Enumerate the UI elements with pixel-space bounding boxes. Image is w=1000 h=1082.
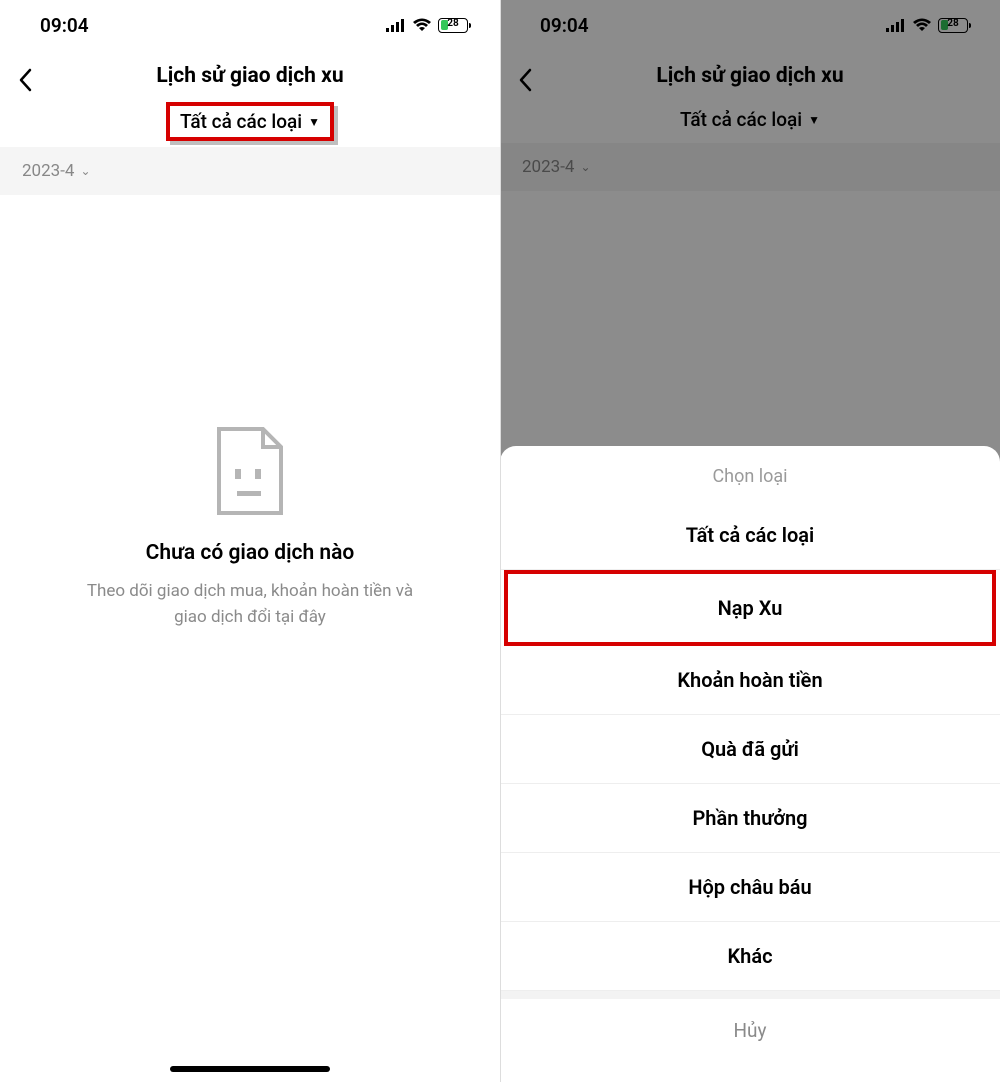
- battery-icon: 28: [438, 18, 468, 33]
- sheet-option-rewards[interactable]: Phần thưởng: [500, 784, 1000, 853]
- sheet-option-gifts-sent[interactable]: Quà đã gửi: [500, 715, 1000, 784]
- status-bar: 09:04 28: [0, 0, 500, 50]
- sheet-cancel[interactable]: Hủy: [500, 991, 1000, 1082]
- signal-icon: [386, 18, 406, 32]
- empty-subtitle: Theo dõi giao dịch mua, khoản hoàn tiền …: [70, 579, 430, 630]
- empty-state: Chưa có giao dịch nào Theo dõi giao dịch…: [0, 195, 500, 630]
- status-right: 28: [386, 18, 468, 33]
- date-label: 2023-4: [22, 161, 74, 181]
- sheet-option-other[interactable]: Khác: [500, 922, 1000, 991]
- sheet-title: Chọn loại: [500, 466, 1000, 487]
- divider: [500, 0, 501, 1082]
- chevron-down-icon: ▼: [308, 115, 320, 129]
- filter-label: Tất cả các loại: [180, 110, 302, 133]
- document-sad-icon: [211, 425, 289, 517]
- sheet-option-refund[interactable]: Khoản hoàn tiền: [500, 646, 1000, 715]
- back-button[interactable]: [18, 68, 32, 97]
- filter-dropdown[interactable]: Tất cả các loại ▼: [166, 102, 334, 141]
- action-sheet: Chọn loại Tất cả các loại Nạp Xu Khoản h…: [500, 446, 1000, 1082]
- phone-right: 09:04 28 Lịch sử giao dịch xu Tất c: [500, 0, 1000, 1082]
- sheet-option-recharge[interactable]: Nạp Xu: [504, 570, 996, 646]
- header: Lịch sử giao dịch xu Tất cả các loại ▼: [0, 50, 500, 147]
- sheet-option-treasure[interactable]: Hộp châu báu: [500, 853, 1000, 922]
- page-title: Lịch sử giao dịch xu: [16, 64, 484, 88]
- wifi-icon: [412, 18, 432, 32]
- chevron-down-icon: ⌄: [80, 164, 90, 178]
- phone-left: 09:04 28 Lịch sử giao dịch xu Tất cả các…: [0, 0, 500, 1082]
- date-filter[interactable]: 2023-4 ⌄: [0, 147, 500, 195]
- status-time: 09:04: [40, 14, 89, 37]
- home-indicator[interactable]: [170, 1066, 330, 1072]
- empty-title: Chưa có giao dịch nào: [0, 541, 500, 565]
- sheet-option-all[interactable]: Tất cả các loại: [500, 501, 1000, 570]
